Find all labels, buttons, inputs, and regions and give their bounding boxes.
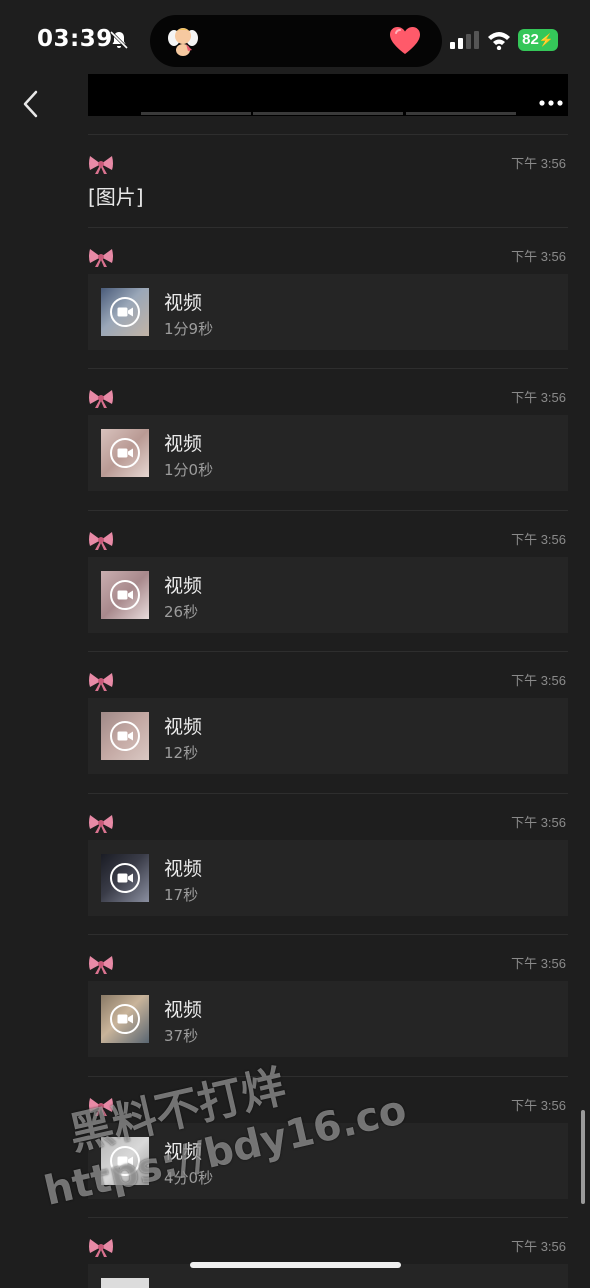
video-camera-icon — [110, 1146, 140, 1176]
video-title: 视频 — [164, 1141, 203, 1163]
battery-icon: 82⚡ — [518, 29, 558, 51]
message-entry: 下午 3:56 视频 4分0秒 — [88, 1076, 568, 1218]
message-text[interactable]: [图片] — [88, 181, 144, 210]
video-title: 视频 — [164, 999, 203, 1021]
video-title: 视频 — [164, 716, 203, 738]
message-time: 下午 3:56 — [511, 956, 566, 971]
message-entry: 下午 3:56 视频 1分9秒 — [88, 227, 568, 369]
video-duration: 37秒 — [164, 1027, 199, 1045]
message-entry: 下午 3:56 视频 1分0秒 — [88, 368, 568, 511]
video-title: 视频 — [164, 575, 203, 597]
video-duration: 4分0秒 — [164, 1169, 214, 1187]
status-time: 03:39 — [37, 26, 113, 52]
video-thumbnail[interactable] — [101, 429, 149, 477]
video-card[interactable]: 视频 17秒 — [88, 840, 568, 916]
video-card[interactable]: 视频 1分9秒 — [88, 274, 568, 350]
bell-muted-icon — [109, 30, 129, 50]
video-duration: 17秒 — [164, 886, 199, 904]
charging-icon: ⚡ — [538, 33, 554, 47]
video-duration: 12秒 — [164, 744, 199, 762]
video-camera-icon — [110, 438, 140, 468]
home-indicator[interactable] — [190, 1262, 401, 1268]
header-divider — [253, 112, 403, 115]
bow-icon — [89, 1239, 113, 1257]
message-time: 下午 3:56 — [511, 815, 566, 830]
message-time: 下午 3:56 — [511, 1098, 566, 1113]
bow-icon — [89, 1098, 113, 1116]
video-thumbnail[interactable] — [101, 1137, 149, 1185]
video-card[interactable]: 视频 1分0秒 — [88, 415, 568, 491]
message-time: 下午 3:56 — [511, 532, 566, 547]
status-bar: 03:39 82⚡ — [0, 0, 590, 80]
message-time: 下午 3:56 — [511, 156, 566, 171]
video-camera-icon — [110, 863, 140, 893]
header-divider — [141, 112, 251, 115]
video-card[interactable]: 视频 12秒 — [88, 698, 568, 774]
message-time: 下午 3:56 — [511, 390, 566, 405]
video-thumbnail[interactable] — [101, 712, 149, 760]
bow-icon — [89, 249, 113, 267]
header-banner — [88, 74, 568, 116]
message-entry: 下午 3:56 视频 37秒 — [88, 934, 568, 1077]
bow-icon — [89, 156, 113, 174]
video-thumbnail[interactable] — [101, 995, 149, 1043]
message-entry: 下午 3:56 — [88, 1217, 568, 1288]
message-time: 下午 3:56 — [511, 249, 566, 264]
more-options-icon[interactable] — [536, 96, 568, 110]
video-card[interactable]: 视频 26秒 — [88, 557, 568, 633]
scrollbar[interactable] — [581, 1110, 585, 1204]
wifi-icon — [488, 32, 510, 50]
message-entry: 下午 3:56 视频 12秒 — [88, 651, 568, 794]
video-thumbnail[interactable] — [101, 854, 149, 902]
video-title: 视频 — [164, 433, 203, 455]
cherub-icon — [168, 28, 198, 56]
message-entry[interactable]: 下午 3:56 [图片] — [88, 134, 568, 228]
video-camera-icon — [110, 580, 140, 610]
battery-level: 82 — [522, 31, 539, 48]
video-thumbnail[interactable] — [101, 288, 149, 336]
video-card[interactable]: 视频 4分0秒 — [88, 1123, 568, 1199]
bow-icon — [89, 532, 113, 550]
heart-icon — [390, 27, 420, 54]
signal-icon — [450, 31, 479, 49]
video-title: 视频 — [164, 858, 203, 880]
bow-icon — [89, 673, 113, 691]
back-chevron-icon[interactable] — [14, 86, 50, 122]
video-title: 视频 — [164, 292, 203, 314]
video-camera-icon — [110, 721, 140, 751]
bow-icon — [89, 390, 113, 408]
video-duration: 26秒 — [164, 603, 199, 621]
bow-icon — [89, 815, 113, 833]
message-entry: 下午 3:56 视频 17秒 — [88, 793, 568, 935]
video-thumbnail[interactable] — [101, 571, 149, 619]
video-camera-icon — [110, 1004, 140, 1034]
message-time: 下午 3:56 — [511, 673, 566, 688]
video-duration: 1分0秒 — [164, 461, 214, 479]
bow-icon — [89, 956, 113, 974]
header-divider — [406, 112, 516, 115]
video-card[interactable]: 视频 37秒 — [88, 981, 568, 1057]
video-duration: 1分9秒 — [164, 320, 214, 338]
video-camera-icon — [110, 297, 140, 327]
message-time: 下午 3:56 — [511, 1239, 566, 1254]
message-entry: 下午 3:56 视频 26秒 — [88, 510, 568, 652]
